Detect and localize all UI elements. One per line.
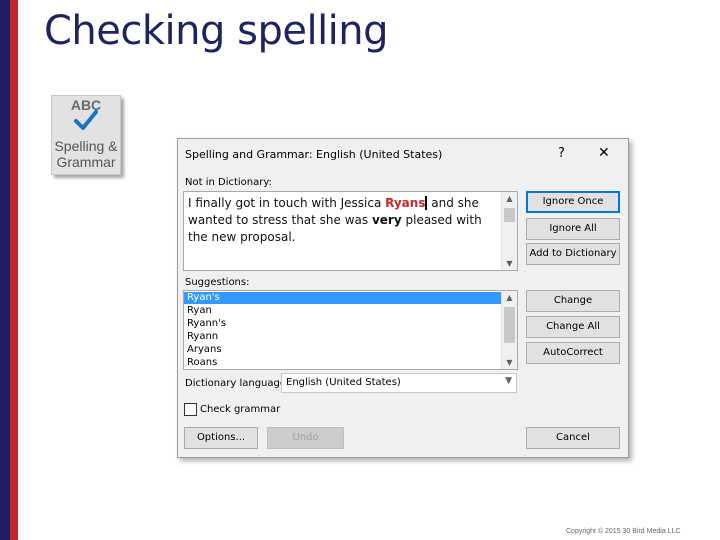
slide-title: Checking spelling — [44, 8, 389, 54]
slide-stripe-red — [10, 0, 18, 540]
help-button[interactable]: ? — [558, 146, 565, 161]
spelling-grammar-dialog: Spelling and Grammar: English (United St… — [177, 138, 629, 458]
scroll-thumb[interactable] — [504, 208, 515, 222]
list-item[interactable]: Aryans — [184, 344, 503, 356]
ribbon-button-label: Spelling & Grammar — [54, 138, 118, 170]
list-item[interactable]: Ryann — [184, 331, 503, 343]
scroll-up-icon[interactable]: ▲ — [502, 194, 517, 203]
slide-stripe-blue — [0, 0, 10, 540]
list-item[interactable]: Ryan — [184, 305, 503, 317]
add-to-dictionary-button[interactable]: Add to Dictionary — [526, 243, 620, 265]
suggestions-scrollbar[interactable]: ▲ ▼ — [501, 291, 517, 369]
scroll-thumb[interactable] — [504, 307, 515, 343]
dictionary-language-value: English (United States) — [286, 377, 401, 388]
suggestions-label: Suggestions: — [185, 277, 250, 288]
list-item[interactable]: Ryann's — [184, 318, 503, 330]
ignore-all-button[interactable]: Ignore All — [526, 218, 620, 240]
not-in-dictionary-textbox[interactable]: I finally got in touch with Jessica Ryan… — [183, 191, 518, 271]
ignore-once-button[interactable]: Ignore Once — [526, 191, 620, 213]
grammar-flagged-word: very — [371, 213, 402, 227]
change-button[interactable]: Change — [526, 290, 620, 312]
scroll-down-icon[interactable]: ▼ — [502, 259, 517, 268]
scroll-up-icon[interactable]: ▲ — [502, 293, 517, 302]
dictionary-language-label: Dictionary language: — [185, 378, 290, 389]
scroll-down-icon[interactable]: ▼ — [502, 358, 517, 367]
not-in-dictionary-label: Not in Dictionary: — [185, 177, 272, 188]
textbox-scrollbar[interactable]: ▲ ▼ — [501, 192, 517, 270]
list-item[interactable]: Ryan's — [184, 292, 503, 304]
sentence-text: I finally got in touch with Jessica Ryan… — [188, 196, 482, 244]
dictionary-language-select[interactable]: English (United States) ▼ — [281, 373, 517, 393]
cancel-button[interactable]: Cancel — [526, 427, 620, 449]
suggestions-list[interactable]: Ryan's Ryan Ryann's Ryann Aryans Roans ▲… — [183, 290, 518, 370]
check-grammar-checkbox[interactable] — [184, 403, 197, 416]
undo-button[interactable]: Undo — [267, 427, 344, 449]
chevron-down-icon: ▼ — [505, 376, 512, 386]
autocorrect-button[interactable]: AutoCorrect — [526, 342, 620, 364]
dialog-title: Spelling and Grammar: English (United St… — [185, 148, 443, 161]
misspelled-word: Ryans — [385, 196, 428, 210]
change-all-button[interactable]: Change All — [526, 316, 620, 338]
copyright-text: Copyright © 2015 30 Bird Media LLC — [566, 528, 681, 535]
close-button[interactable]: ✕ — [598, 145, 610, 161]
check-grammar-label: Check grammar — [200, 404, 281, 415]
checkmark-icon — [74, 110, 98, 130]
options-button[interactable]: Options... — [184, 427, 258, 449]
list-item[interactable]: Roans — [184, 357, 503, 369]
spelling-grammar-ribbon-button[interactable]: ABC Spelling & Grammar — [51, 95, 121, 175]
